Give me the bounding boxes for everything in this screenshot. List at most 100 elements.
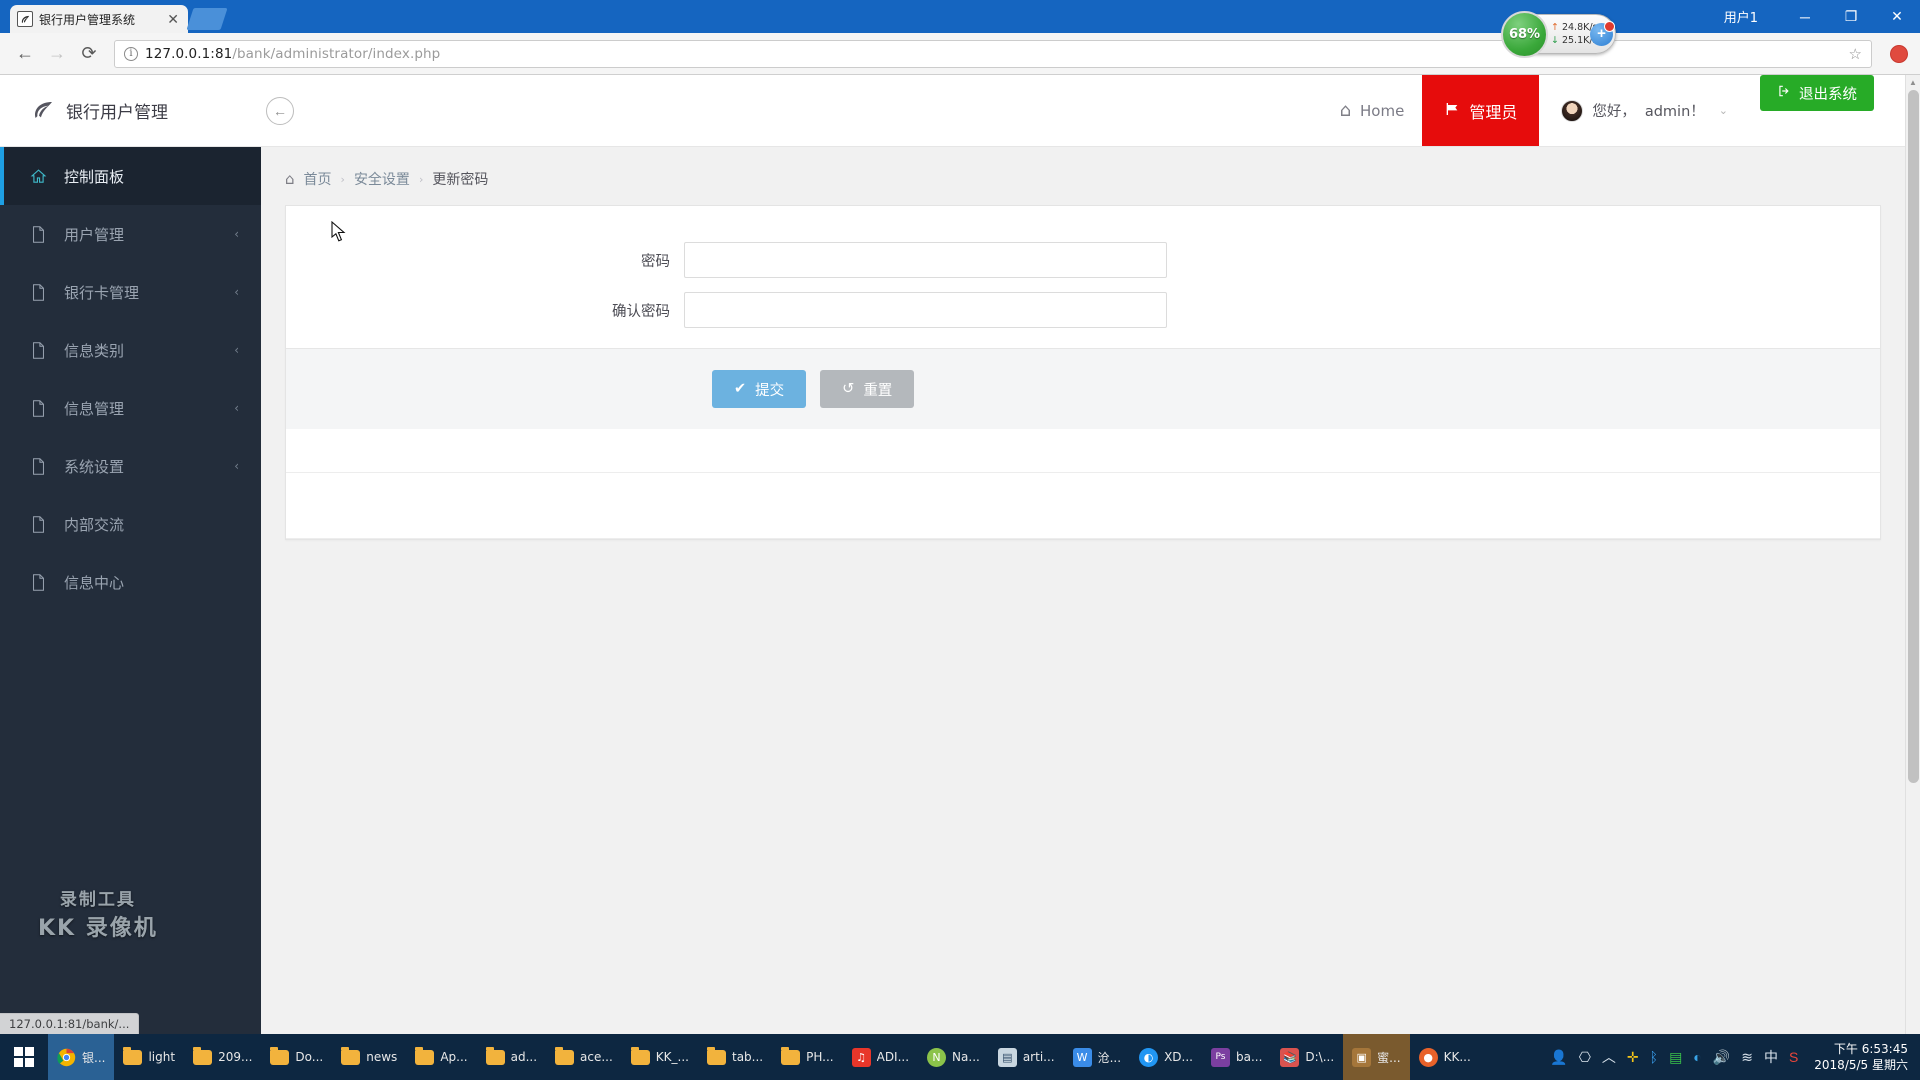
- ime-chinese-icon[interactable]: 中: [1764, 1047, 1778, 1067]
- bluetooth-icon[interactable]: ᛒ: [1650, 1049, 1658, 1065]
- chevron-down-icon[interactable]: ⌄: [1719, 104, 1728, 117]
- sidebar-item-label: 银行卡管理: [64, 283, 140, 302]
- taskbar-item-label: 沧...: [1097, 1050, 1122, 1065]
- scrollbar-thumb[interactable]: [1908, 90, 1919, 783]
- clock-time: 下午 6:53:45: [1833, 1042, 1908, 1056]
- file-icon: [30, 573, 47, 591]
- forward-arrow-icon[interactable]: →: [42, 39, 72, 69]
- panel-strip-2: [286, 473, 1880, 539]
- browser-tab[interactable]: 银行用户管理系统 ✕: [10, 5, 188, 33]
- notepad-icon[interactable]: ▤: [1669, 1049, 1682, 1066]
- confirm-password-label: 确认密码: [612, 303, 670, 320]
- header-admin-label: 管理员: [1469, 102, 1518, 122]
- sogou-globe-icon[interactable]: ◐: [1693, 1049, 1701, 1065]
- password-field[interactable]: [684, 242, 1167, 278]
- caret-up-icon[interactable]: ▲: [1906, 75, 1920, 90]
- taskbar-item[interactable]: ● KK...: [1410, 1034, 1480, 1080]
- taskbar-item[interactable]: W 沧...: [1064, 1034, 1130, 1080]
- url-host: 127.0.0.1:81: [145, 45, 233, 62]
- profile-avatar-icon[interactable]: [1888, 42, 1910, 65]
- sidebar-item-label: 内部交流: [64, 515, 125, 534]
- show-hidden-icons-icon[interactable]: ︿: [1602, 1047, 1616, 1067]
- taskbar-item[interactable]: ◐ XD...: [1130, 1034, 1202, 1080]
- shield-green-icon[interactable]: ✛: [1627, 1049, 1639, 1066]
- taskbar-item[interactable]: PH...: [772, 1034, 843, 1080]
- home-icon: ⌂: [1339, 100, 1352, 121]
- password-label: 密码: [641, 253, 670, 270]
- taskbar-item[interactable]: 📚 D:\...: [1271, 1034, 1343, 1080]
- taskbar-item[interactable]: ▣ 蜜...: [1343, 1034, 1410, 1080]
- reload-icon[interactable]: ⟳: [74, 39, 104, 69]
- sogou-s-icon[interactable]: S: [1789, 1049, 1798, 1065]
- taskbar-item[interactable]: Ap...: [406, 1034, 476, 1080]
- star-icon[interactable]: ☆: [1849, 45, 1862, 63]
- sign-out-icon: [1777, 84, 1791, 102]
- sidebar-item-info-category[interactable]: 信息类别 ‹: [0, 321, 261, 379]
- taskbar-item[interactable]: 银...: [48, 1034, 115, 1080]
- breadcrumb-security-settings[interactable]: 安全设置: [354, 169, 410, 189]
- taskbar-item[interactable]: ad...: [477, 1034, 546, 1080]
- usb-eject-icon[interactable]: ⎔: [1579, 1049, 1591, 1066]
- submit-button[interactable]: ✔ 提交: [712, 370, 807, 408]
- taskbar-item[interactable]: Do...: [261, 1034, 332, 1080]
- header-admin-tab[interactable]: 管理员: [1422, 75, 1540, 146]
- sidebar-item-bankcard-management[interactable]: 银行卡管理 ‹: [0, 263, 261, 321]
- logout-button[interactable]: 退出系统: [1760, 75, 1874, 111]
- taskbar-item[interactable]: 209...: [184, 1034, 261, 1080]
- navicat-icon: N: [927, 1047, 947, 1067]
- sidebar-item-info-management[interactable]: 信息管理 ‹: [0, 379, 261, 437]
- sidebar-item-internal-communication[interactable]: 内部交流: [0, 495, 261, 553]
- info-icon[interactable]: i: [124, 46, 138, 61]
- sidebar-item-label: 系统设置: [64, 457, 125, 476]
- submit-label: 提交: [755, 382, 785, 399]
- back-arrow-icon[interactable]: ←: [10, 39, 40, 69]
- maximize-icon[interactable]: ❐: [1828, 0, 1874, 33]
- file-icon: [30, 225, 47, 243]
- app-icon: ▤: [997, 1047, 1017, 1067]
- people-icon[interactable]: 👤: [1550, 1049, 1567, 1066]
- taskbar-item[interactable]: ♫ ADI...: [843, 1034, 918, 1080]
- chevron-left-icon: ‹: [234, 401, 239, 415]
- header-right: ⌂ Home 管理员 您好， admin！ ⌄ 退出系统: [1322, 75, 1905, 146]
- network-speed-widget[interactable]: 68% ↑ 24.8K/s ↓ 25.1K/s +: [1501, 11, 1616, 58]
- photoshop-icon: Ps: [1210, 1047, 1230, 1067]
- sidebar-item-dashboard[interactable]: 控制面板: [0, 147, 261, 205]
- taskbar-item[interactable]: KK_...: [622, 1034, 698, 1080]
- collapse-left-icon[interactable]: ←: [266, 96, 294, 125]
- taskbar-item[interactable]: light: [114, 1034, 184, 1080]
- recorder-watermark: 录制工具 KK 录像机: [38, 890, 158, 942]
- flag-icon: [1444, 101, 1460, 121]
- sidebar-item-system-settings[interactable]: 系统设置 ‹: [0, 437, 261, 495]
- taskbar-item-label: ADI...: [876, 1050, 910, 1064]
- taskbar-item[interactable]: ace...: [546, 1034, 622, 1080]
- header-user-menu[interactable]: 您好， admin！ ⌄: [1539, 75, 1738, 146]
- new-tab-button[interactable]: [186, 8, 228, 30]
- tab-title: 银行用户管理系统: [39, 12, 136, 27]
- breadcrumb-home[interactable]: 首页: [304, 169, 332, 189]
- page-scrollbar[interactable]: ▲: [1905, 75, 1920, 1034]
- minimize-icon[interactable]: ─: [1782, 0, 1828, 33]
- panel-strip-1: [286, 429, 1880, 473]
- taskbar-item[interactable]: Ps ba...: [1202, 1034, 1271, 1080]
- window-user-label[interactable]: 用户1: [1724, 7, 1758, 26]
- header-home-link[interactable]: ⌂ Home: [1322, 75, 1423, 146]
- confirm-password-field[interactable]: [684, 292, 1167, 328]
- brand[interactable]: 银行用户管理: [0, 98, 261, 123]
- tab-close-icon[interactable]: ✕: [165, 11, 181, 28]
- close-icon[interactable]: ✕: [1874, 0, 1920, 33]
- system-tray: 👤 ⎔ ︿ ✛ ᛒ ▤ ◐ 🔊 ≋ 中 S: [1538, 1034, 1810, 1080]
- volume-icon[interactable]: 🔊: [1713, 1049, 1730, 1066]
- taskbar-item[interactable]: news: [332, 1034, 406, 1080]
- windows-start-icon[interactable]: [0, 1034, 48, 1080]
- taskbar-clock[interactable]: 下午 6:53:45 2018/5/5 星期六: [1810, 1041, 1920, 1073]
- sogou-icon: ◐: [1139, 1047, 1159, 1067]
- taskbar-item[interactable]: tab...: [698, 1034, 772, 1080]
- wifi-icon[interactable]: ≋: [1741, 1049, 1753, 1066]
- sidebar-item-info-center[interactable]: 信息中心: [0, 553, 261, 611]
- reset-button[interactable]: ↺ 重置: [820, 370, 915, 408]
- add-icon[interactable]: +: [1590, 21, 1615, 46]
- taskbar-item[interactable]: N Na...: [918, 1034, 989, 1080]
- sidebar-item-user-management[interactable]: 用户管理 ‹: [0, 205, 261, 263]
- url-path: /bank/administrator/index.php: [232, 45, 441, 62]
- taskbar-item[interactable]: ▤ arti...: [989, 1034, 1064, 1080]
